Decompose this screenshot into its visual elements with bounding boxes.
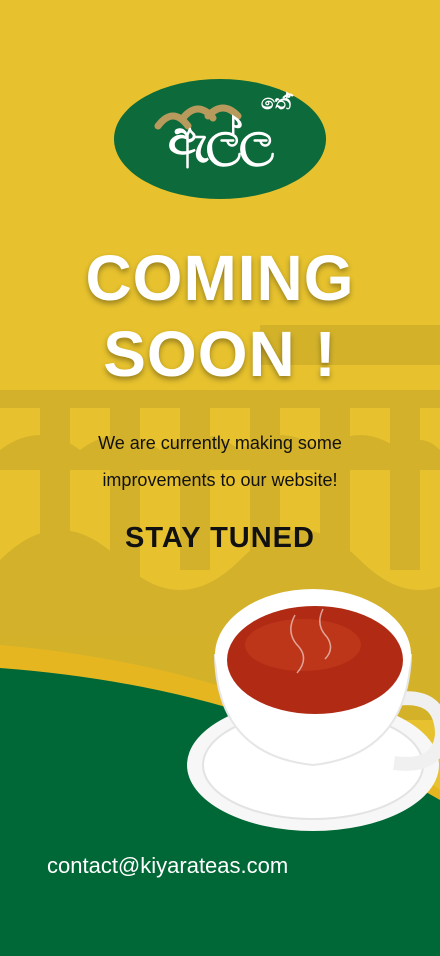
headline-line-1: COMING	[85, 242, 355, 314]
coming-soon-page: තේ ඇල්ල COMING SOON ! We are currently m…	[0, 0, 440, 956]
logo-main-text: ඇල්ල	[167, 111, 274, 165]
stay-tuned-text: STAY TUNED	[125, 522, 315, 554]
brand-logo: තේ ඇල්ල	[113, 78, 327, 200]
contact-email[interactable]: contact@kiyarateas.com	[47, 853, 288, 879]
message-line-1: We are currently making some	[98, 433, 342, 453]
headline-line-2: SOON !	[103, 318, 337, 390]
tea-cup-icon	[187, 589, 440, 831]
message-line-2: improvements to our website!	[102, 470, 338, 490]
